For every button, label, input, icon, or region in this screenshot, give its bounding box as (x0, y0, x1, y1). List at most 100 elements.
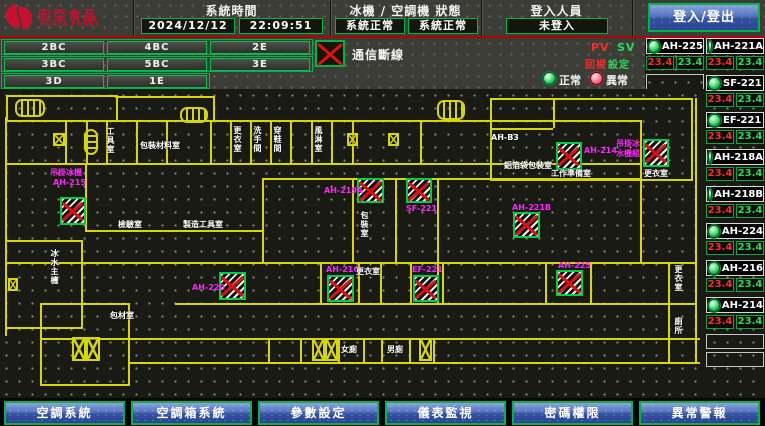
map-label-ahu-225: AH-225 (558, 261, 591, 270)
login-logout-button[interactable]: 登入/登出 (648, 3, 760, 32)
pv-value: 23.4 (706, 93, 734, 107)
nav-button-password-auth[interactable]: 密碼權限 (512, 401, 633, 425)
pv-value: 23.4 (706, 315, 734, 329)
unit-status-led (648, 40, 660, 53)
damper-icon (53, 133, 65, 146)
wall (668, 262, 670, 362)
logo-subtitle: HUNYA FOODS (40, 21, 100, 28)
floor-button-1e[interactable]: 1E (107, 75, 207, 88)
normal-led-icon (543, 72, 556, 85)
map-label-ahu-220: AH-220 (192, 283, 225, 292)
unit-ah-218a-values: 23.4 23.4 (706, 167, 764, 181)
unit-status-led (708, 40, 712, 53)
pv-value: 23.4 (706, 204, 734, 218)
system-date-value: 2024/12/12 (141, 18, 235, 34)
damper-icon (388, 133, 399, 146)
wall (338, 338, 340, 362)
wall (115, 96, 215, 98)
wall (640, 120, 642, 262)
abnormal-led-icon (590, 72, 603, 85)
nav-button-ahu-box-system[interactable]: 空調箱系統 (131, 401, 252, 425)
room-label-locker4: 更衣室 (674, 265, 683, 301)
map-label-sf-221: SF-221 (406, 204, 437, 213)
stairs-icon (15, 99, 45, 117)
room-label-wash: 洗手間 (253, 126, 262, 162)
floor-button-4bc[interactable]: 4BC (107, 41, 207, 54)
chiller-status-value: 系統正常 (335, 18, 405, 34)
unit-ef-221[interactable]: EF-221 (706, 112, 764, 128)
map-chiller-right-icon[interactable] (643, 139, 669, 167)
unit-ah-218a[interactable]: AH-218A (706, 149, 764, 165)
floor-button-3e[interactable]: 3E (210, 58, 310, 71)
nav-button-ac-system[interactable]: 空調系統 (4, 401, 125, 425)
room-label-packing: 包裝室 (360, 211, 369, 243)
login-user-value: 未登入 (506, 18, 608, 34)
map-label-ahu-216: AH-216 (326, 265, 359, 274)
map-sf-221-icon[interactable] (406, 178, 432, 203)
unit-ah-218b[interactable]: AH-218B (706, 186, 764, 202)
map-ahu-225-icon[interactable] (556, 270, 583, 296)
sv-value: 23.4 (736, 167, 764, 181)
map-ahu-214-icon[interactable] (556, 142, 582, 170)
louver-icon (419, 338, 432, 361)
floor-button-2bc[interactable]: 2BC (4, 41, 104, 54)
sv-value: 23.4 (736, 278, 764, 292)
map-ahu-215-icon[interactable] (60, 197, 86, 225)
stairs-icon (437, 100, 465, 120)
unit-ah-221a[interactable]: AH-221A (706, 38, 764, 54)
sv-value: 23.4 (736, 130, 764, 144)
unit-label: AH-216 (722, 263, 763, 274)
unit-ah-225-values: 23.4 23.4 (646, 56, 704, 70)
sv-header: SV (617, 41, 635, 54)
wall (420, 120, 422, 163)
unit-ef-221-values: 23.4 23.4 (706, 130, 764, 144)
map-label-chiller-line2: 水機組 (616, 149, 640, 158)
floor-button-2e[interactable]: 2E (210, 41, 310, 54)
unit-ah-218b-values: 23.4 23.4 (706, 204, 764, 218)
sv-value: 23.4 (736, 204, 764, 218)
map-label-ahu-214: AH-214 (584, 146, 617, 155)
room-label-locker2: 更衣室 (644, 169, 668, 178)
sv-value: 23.4 (736, 315, 764, 329)
wall (213, 96, 215, 120)
map-ahu-221b-icon[interactable] (513, 212, 540, 238)
empty-slot (706, 352, 764, 367)
unit-ah-224[interactable]: AH-224 (706, 223, 764, 239)
room-label-ah-b3: AH-B3 (491, 133, 519, 142)
wall (381, 338, 383, 362)
nav-button-parameter-set[interactable]: 參數設定 (258, 401, 379, 425)
room-label-toilet-female: 女廁 (341, 345, 357, 354)
wall (262, 178, 640, 180)
unit-label: AH-218A (714, 152, 763, 163)
room-label-pack-material2: 包材室 (110, 311, 134, 320)
nav-button-alarm[interactable]: 異常警報 (639, 401, 760, 425)
unit-sf-221[interactable]: SF-221 (706, 75, 764, 91)
map-ahu-216-icon[interactable] (327, 275, 354, 302)
map-ef-221-icon[interactable] (413, 275, 439, 302)
wall (331, 120, 333, 163)
wall (136, 120, 138, 163)
unit-label: AH-225 (662, 41, 703, 52)
floor-button-5bc[interactable]: 5BC (107, 58, 207, 71)
system-time-section: 系統時間 2024/12/12 22:09:51 (133, 0, 330, 36)
floor-button-row-2: 3BC 5BC 3E (1, 56, 313, 72)
room-label-tools: 工具室 (106, 127, 115, 161)
nav-button-meter-monitor[interactable]: 儀表監視 (385, 401, 506, 425)
pv-value: 23.4 (706, 130, 734, 144)
wall (409, 338, 411, 362)
floor-button-3bc[interactable]: 3BC (4, 58, 104, 71)
room-label-chiller-main: 冰水主機 (50, 249, 59, 289)
machine-status-section: 冰機 / 空調機 狀態 系統正常 系統正常 (330, 0, 481, 36)
floor-button-3d[interactable]: 3D (4, 75, 104, 88)
wall (268, 338, 270, 362)
wall (363, 338, 365, 362)
unit-ah-214[interactable]: AH-214 (706, 297, 764, 313)
scada-screen: 宏亞食品 HUNYA FOODS 系統時間 2024/12/12 22:09:5… (0, 0, 765, 426)
pv-value: 23.4 (706, 56, 734, 70)
system-clock-value: 22:09:51 (239, 18, 323, 34)
unit-ah-216[interactable]: AH-216 (706, 260, 764, 276)
room-label-inspection: 檢驗室 (118, 220, 142, 229)
wall (553, 98, 555, 128)
unit-label: SF-221 (723, 78, 762, 89)
unit-ah-225[interactable]: AH-225 (646, 38, 704, 54)
